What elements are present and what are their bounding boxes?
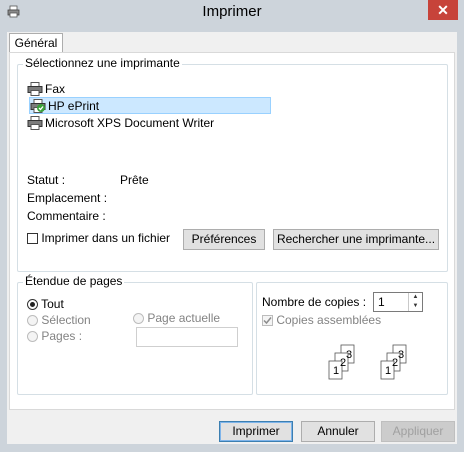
preferences-button[interactable]: Préférences [183, 229, 265, 250]
radio-current-page-button[interactable] [133, 313, 144, 325]
printer-item-hp-eprint[interactable]: HP ePrint [29, 97, 271, 114]
radio-selection-button[interactable] [27, 315, 38, 327]
copies-stepper[interactable]: 1 ▲ ▼ [373, 292, 423, 312]
radio-pages-button[interactable] [27, 331, 38, 343]
printer-group-title: Sélectionnez une imprimante [23, 56, 182, 70]
svg-text:2: 2 [340, 357, 346, 369]
find-printer-button[interactable]: Rechercher une imprimante... [273, 229, 439, 250]
radio-all-label: Tout [41, 297, 64, 311]
pages-input[interactable] [136, 327, 238, 347]
copies-count-value: 1 [378, 295, 385, 309]
print-to-file-checkbox[interactable]: Imprimer dans un fichier [27, 231, 170, 245]
svg-text:3: 3 [398, 349, 404, 361]
comment-label: Commentaire : [27, 209, 106, 223]
collated-set-1: 3 2 1 [328, 344, 355, 380]
location-label: Emplacement : [27, 191, 108, 205]
collate-illustration-icon: 3 2 1 3 2 1 [328, 344, 407, 380]
printer-list[interactable]: Fax HP ePrint Microsoft XPS Document Wri… [27, 80, 277, 131]
radio-pages[interactable]: Pages : [27, 329, 82, 343]
radio-current-page-label: Page actuelle [147, 311, 221, 325]
printer-item-fax[interactable]: Fax [27, 80, 277, 97]
close-icon: ✕ [437, 1, 449, 18]
cancel-button[interactable]: Annuler [301, 421, 375, 442]
radio-all-button[interactable] [27, 299, 38, 311]
checkbox-box[interactable] [27, 233, 38, 245]
status-label: Statut : [27, 173, 66, 187]
printer-item-xps-writer[interactable]: Microsoft XPS Document Writer [27, 114, 277, 131]
printer-group: Sélectionnez une imprimante Fax HP ePrin… [17, 56, 448, 272]
apply-button[interactable]: Appliquer [381, 421, 455, 442]
chevron-up-icon[interactable]: ▲ [409, 293, 422, 302]
collate-checkbox-box[interactable] [262, 315, 273, 327]
title-bar[interactable]: Imprimer ✕ [0, 0, 464, 24]
printer-icon [27, 115, 43, 130]
copies-group: Nombre de copies : 1 ▲ ▼ Copies assemblé… [256, 282, 448, 395]
svg-text:1: 1 [333, 365, 339, 377]
printer-name: Fax [45, 81, 66, 96]
dialog-body: Général Sélectionnez une imprimante Fax [7, 32, 457, 444]
window-title: Imprimer [202, 3, 262, 20]
radio-all[interactable]: Tout [27, 297, 64, 311]
radio-selection[interactable]: Sélection [27, 313, 91, 327]
status-value: Prête [120, 173, 149, 187]
print-button[interactable]: Imprimer [219, 421, 293, 442]
svg-text:2: 2 [392, 357, 398, 369]
fax-printer-icon [27, 81, 43, 96]
collate-label: Copies assemblées [276, 313, 382, 327]
radio-selection-label: Sélection [41, 313, 91, 327]
print-to-file-label: Imprimer dans un fichier [41, 231, 171, 245]
radio-current-page[interactable]: Page actuelle [133, 311, 220, 325]
svg-text:3: 3 [346, 349, 352, 361]
print-dialog: Imprimer ✕ Général Sélectionnez une impr… [0, 0, 464, 452]
printer-name: HP ePrint [48, 98, 100, 113]
page-range-title: Étendue de pages [23, 274, 125, 288]
checkmark-icon [263, 317, 272, 325]
copies-count-label: Nombre de copies : [262, 295, 367, 309]
chevron-down-icon[interactable]: ▼ [409, 302, 422, 311]
printer-name: Microsoft XPS Document Writer [45, 115, 215, 130]
stepper-arrows[interactable]: ▲ ▼ [408, 293, 422, 311]
tab-general[interactable]: Général [9, 33, 63, 53]
page-range-group: Étendue de pages Tout Sélection Page act… [17, 274, 253, 395]
svg-text:1: 1 [385, 365, 391, 377]
collated-set-2: 3 2 1 [380, 344, 407, 380]
tab-panel-general: Sélectionnez une imprimante Fax HP ePrin… [9, 52, 455, 410]
collate-checkbox[interactable]: Copies assemblées [262, 313, 381, 327]
radio-pages-label: Pages : [41, 329, 83, 343]
close-button[interactable]: ✕ [428, 0, 458, 20]
default-printer-icon [30, 98, 46, 113]
